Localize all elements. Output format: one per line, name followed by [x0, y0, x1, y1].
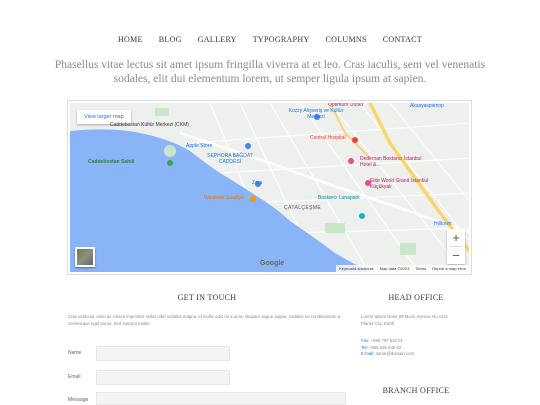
fax-value: +555 797 534 01 [370, 338, 403, 343]
map-label-caddebostan-sahili: Caddebostan Sahili [88, 159, 135, 165]
terms-link[interactable]: Terms [415, 266, 426, 271]
get-in-touch-title: GET IN TOUCH [177, 293, 237, 302]
main-nav: HOME BLOG GALLERY TYPOGRAPHY COLUMNS CON… [0, 35, 540, 44]
nav-home[interactable]: HOME [110, 35, 151, 44]
map-label-caddebostan-kultur: Caddebostan Kültür Merkezi (CKM) [110, 122, 189, 128]
tel-value: +555 636 646 62 [368, 344, 402, 350]
message-label: Message [68, 397, 89, 403]
map-data-text: Map data ©2023 [379, 266, 410, 271]
map-label-sephora: SEPHORA BAĞDAT CADDESİ [207, 153, 253, 165]
map-attribution: Keyboard shortcuts Map data ©2023 Terms … [336, 265, 469, 272]
map-label-akasya: Akasyaspienop [410, 103, 444, 109]
nav-columns[interactable]: COLUMNS [318, 35, 375, 44]
head-office-address: Lorem Ipsum Dolor 89 Moon Avenue No 1121… [361, 314, 476, 327]
tel-label: Tel: [361, 344, 368, 350]
name-field[interactable] [96, 346, 230, 361]
google-logo: Google [260, 260, 285, 267]
map-label-catalcesme: ÇATALÇEŞME [284, 205, 322, 211]
nav-gallery[interactable]: GALLERY [190, 35, 245, 44]
message-field[interactable] [96, 392, 346, 405]
address-line-2: Planet City, Earth [361, 320, 395, 326]
email-row: E-mail: name@domain.com [361, 351, 476, 358]
map-label-central-hospital: Central Hospital [310, 135, 346, 141]
map-label-dedeman: Dedeman Bostancı İstanbul Hotel &... [360, 156, 422, 168]
email-value: name@domain.com [375, 351, 415, 356]
embedded-map[interactable]: View larger map Caddebostan Kültür Merke… [70, 103, 469, 272]
zoom-out-button[interactable]: − [447, 247, 465, 264]
report-map-error-link[interactable]: Report a map error [432, 266, 466, 271]
map-label-elite-world: Elite World Grand İstanbul Küçükyalı [370, 178, 429, 190]
page-tagline: Phasellus vitae lectus sit amet ipsum fr… [54, 59, 486, 85]
map-label-zara: Zara [252, 180, 263, 186]
fax-label: Fax: [361, 338, 370, 343]
branch-office-title: BRANCH OFFICE [382, 386, 450, 395]
map-label-westside: Westside Suadiye [204, 195, 244, 201]
head-office-contacts: Fax: +555 797 534 01 Tel: +555 636 646 6… [361, 338, 476, 358]
map-label-apple-store: Apple Store [186, 143, 213, 149]
map-label-optimum: Optimum Outlet [328, 103, 364, 108]
head-office-title: HEAD OFFICE [388, 293, 444, 302]
get-in-touch-text: Cras vehicula, enim ac rutrum imperdiet,… [68, 314, 342, 326]
email-label: Email [68, 374, 81, 380]
map-frame: View larger map Caddebostan Kültür Merke… [67, 100, 472, 275]
email-label-link[interactable]: E-mail: [361, 351, 374, 356]
map-zoom-control: + − [447, 229, 465, 264]
keyboard-shortcuts-link[interactable]: Keyboard shortcuts [339, 266, 373, 271]
nav-contact[interactable]: CONTACT [375, 35, 430, 44]
nav-typography[interactable]: TYPOGRAPHY [245, 35, 318, 44]
map-label-lunapark: Bostancı Lunapark [318, 195, 360, 201]
map-layer-toggle[interactable] [75, 247, 95, 267]
name-label: Name [68, 350, 82, 356]
zoom-in-button[interactable]: + [447, 229, 465, 246]
map-label-hilltown: Hilltown [434, 221, 452, 227]
map-label-kozzy: Kozzy Alışveriş ve Kültür Merkezi [288, 108, 344, 120]
nav-blog[interactable]: BLOG [151, 35, 190, 44]
email-field[interactable] [96, 370, 230, 385]
